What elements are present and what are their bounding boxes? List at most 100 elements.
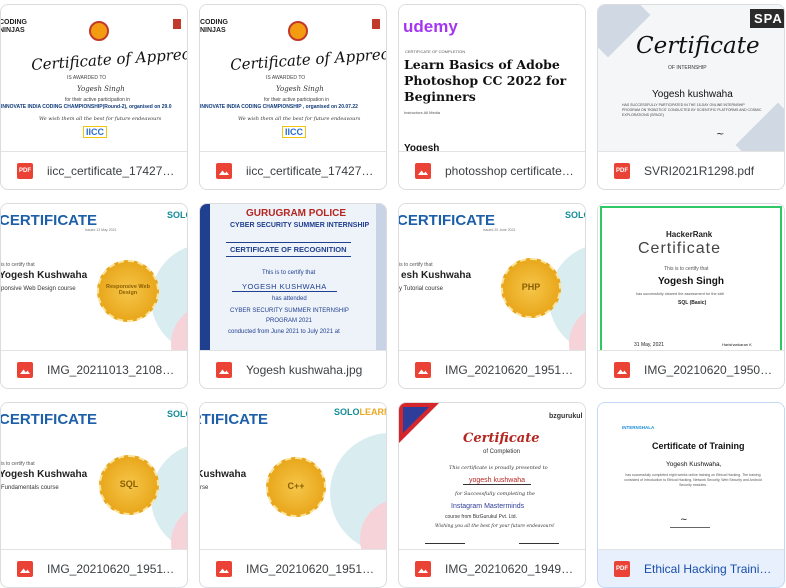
file-card[interactable]: CERTIFICATE SOLOLEARN Yogesh Kushwaha rs… [199, 402, 387, 588]
program-line: CYBER SECURITY SUMMER INTERNSHIP [230, 308, 349, 314]
issue-date: Issued 20 June 2021 [483, 228, 516, 232]
event-logo: IICC [83, 126, 107, 138]
file-thumbnail: HackerRank Certificate This is to certif… [598, 204, 784, 351]
file-card[interactable]: HackerRank Certificate This is to certif… [597, 203, 785, 389]
emblem-icon [288, 21, 308, 41]
cert-title: Certificate [638, 240, 722, 257]
side-border [200, 204, 210, 350]
wish-line: We wish them all the best for future end… [238, 116, 361, 122]
file-card[interactable]: GURUGRAM POLICE CYBER SECURITY SUMMER IN… [199, 203, 387, 389]
file-card[interactable]: CODING NINJAS Certificate of Appreciatio… [0, 4, 188, 190]
corner-mark-icon [372, 19, 380, 29]
cert-heading: CERTIFICATE [200, 411, 269, 428]
file-card[interactable]: CERTIFICATE SOLOLEARN is to certify that… [0, 402, 188, 588]
from-line: course from BizGurukul Pvt. Ltd. [445, 514, 517, 520]
file-thumbnail: GURUGRAM POLICE CYBER SECURITY SUMMER IN… [200, 204, 386, 351]
file-thumbnail: bzgurukul Certificate of Completion This… [399, 403, 585, 550]
recipient-name: Yogesh Kushwaha, [666, 461, 722, 468]
file-name: iicc_certificate_1742774... [246, 164, 378, 178]
signature-line [425, 543, 465, 544]
file-name: IMG_20210620_195106.... [246, 562, 378, 576]
file-name: IMG_20210620_195129.... [445, 363, 577, 377]
cert-heading: CERTIFICATE [399, 212, 496, 229]
certify-line: This is to certify that [262, 270, 316, 276]
signature: ~ [716, 129, 725, 140]
file-card[interactable]: CERTIFICATE SOLOLEARN Issued 13 May 2021… [0, 203, 188, 389]
recipient-name: YOGESH KUSHWAHA [232, 282, 337, 292]
file-card[interactable]: SPA Certificate OF INTERNSHIP Yogesh kus… [597, 4, 785, 190]
file-footer: PDF SVRI2021R1298.pdf [598, 151, 784, 189]
signature: ~ [680, 515, 688, 525]
file-footer: IMG_20210620_194939.... [399, 549, 585, 587]
file-name: IMG_20210620_194939.... [445, 562, 577, 576]
file-thumbnail: udemy CERTIFICATE OF COMPLETION Learn Ba… [399, 5, 585, 152]
sololearn-logo: SOLOLEARN [167, 409, 187, 419]
file-footer: IMG_20210620_195106.... [200, 549, 386, 587]
completion-seal: PHP [501, 258, 561, 318]
pdf-icon: PDF [614, 163, 630, 179]
file-footer: PDF Ethical Hacking Training ... [598, 549, 784, 587]
file-thumbnail: INTERNSHALA Certificate of Training Yoge… [598, 403, 784, 550]
pdf-icon: PDF [614, 561, 630, 577]
attended-line: has attended [272, 296, 307, 302]
issue-date: Issued 13 May 2021 [85, 228, 117, 232]
spa-badge: SPA [750, 9, 784, 28]
file-card[interactable]: bzgurukul Certificate of Completion This… [398, 402, 586, 588]
event-line: INNOVATE INDIA CODING CHAMPIONSHIP(Round… [1, 104, 172, 110]
file-footer: IMG_20210620_195015.... [598, 350, 784, 388]
cert-title: Certificate [636, 33, 760, 59]
body-text: has successfully completed eight weeks o… [624, 473, 762, 487]
signer-name: Harishankaran K [722, 342, 752, 347]
recipient-name: Yogesh Singh [658, 276, 724, 287]
file-card[interactable]: CODING NINJAS Certificate of Appreciatio… [199, 4, 387, 190]
course-title: Learn Basics of Adobe Photoshop CC 2022 … [404, 57, 567, 104]
completion-label: CERTIFICATE OF COMPLETION [405, 49, 466, 54]
hackerrank-logo: HackerRank [666, 230, 713, 239]
bizgurukul-logo: bzgurukul [549, 413, 583, 420]
file-card[interactable]: CERTIFICATE SOLOLEARN Issued 20 June 202… [398, 203, 586, 389]
cert-title: Certificate of Appreciation [229, 41, 386, 75]
awarded-label: IS AWARDED TO [266, 75, 306, 81]
file-name: photosshop certificate.jpg [445, 164, 577, 178]
cert-heading: CERTIFICATE [1, 212, 98, 229]
event-logo: IICC [282, 126, 306, 138]
completion-seal: C++ [266, 457, 326, 517]
course-line: ponsive Web Design course [1, 286, 76, 292]
certify-line: This is to certify that [664, 266, 709, 272]
file-thumbnail: SPA Certificate OF INTERNSHIP Yogesh kus… [598, 5, 784, 152]
duration-line: conducted from June 2021 to July 2021 at [228, 329, 340, 335]
udemy-logo: udemy [403, 17, 458, 36]
file-card-selected[interactable]: INTERNSHALA Certificate of Training Yoge… [597, 402, 785, 588]
file-thumbnail: CERTIFICATE SOLOLEARN Issued 20 June 202… [399, 204, 585, 351]
completion-seal: SQL [99, 455, 159, 515]
image-icon [216, 561, 232, 577]
sololearn-logo: SOLOLEARN [334, 407, 386, 417]
completion-seal: Responsive Web Design [97, 260, 159, 322]
recipient-name: Yogesh Kushwaha [200, 469, 247, 480]
instructor-line: Instructors All Media [404, 110, 441, 115]
seal-label: C++ [287, 481, 305, 491]
file-thumbnail: CERTIFICATE SOLOLEARN Yogesh Kushwaha rs… [200, 403, 386, 550]
certify-line: is to certify that [1, 262, 35, 268]
file-card[interactable]: udemy CERTIFICATE OF COMPLETION Learn Ba… [398, 4, 586, 190]
side-border [376, 204, 386, 350]
program-title: CYBER SECURITY SUMMER INTERNSHIP [230, 222, 370, 229]
recipient-name: Yogesh Kushwaha [1, 469, 88, 480]
image-icon [415, 362, 431, 378]
file-name: IMG_20210620_195015.... [644, 363, 776, 377]
file-name: IMG_20211013_210844-... [47, 363, 179, 377]
seal-label: SQL [119, 479, 139, 489]
course-line: y Tutorial course [399, 286, 444, 292]
for-line: for Successfully completing the [455, 491, 535, 497]
body-text: HAS SUCCESSFULLY PARTICIPATED IN THE 15-… [622, 103, 762, 117]
recipient-name: esh Kushwaha [401, 270, 472, 281]
signature-line [670, 527, 710, 528]
event-line: INNOVATE INDIA CODING CHAMPIONSHIP , org… [200, 104, 358, 110]
cert-title: Certificate [463, 431, 540, 446]
cert-heading: CERTIFICATE [1, 411, 98, 428]
issue-date: 31 May, 2021 [634, 342, 664, 348]
course-line: rse [200, 485, 209, 491]
file-footer: IMG_20210620_195129.... [399, 350, 585, 388]
recipient-name: Yogesh kushwaha [652, 89, 733, 100]
file-name: SVRI2021R1298.pdf [644, 164, 755, 178]
